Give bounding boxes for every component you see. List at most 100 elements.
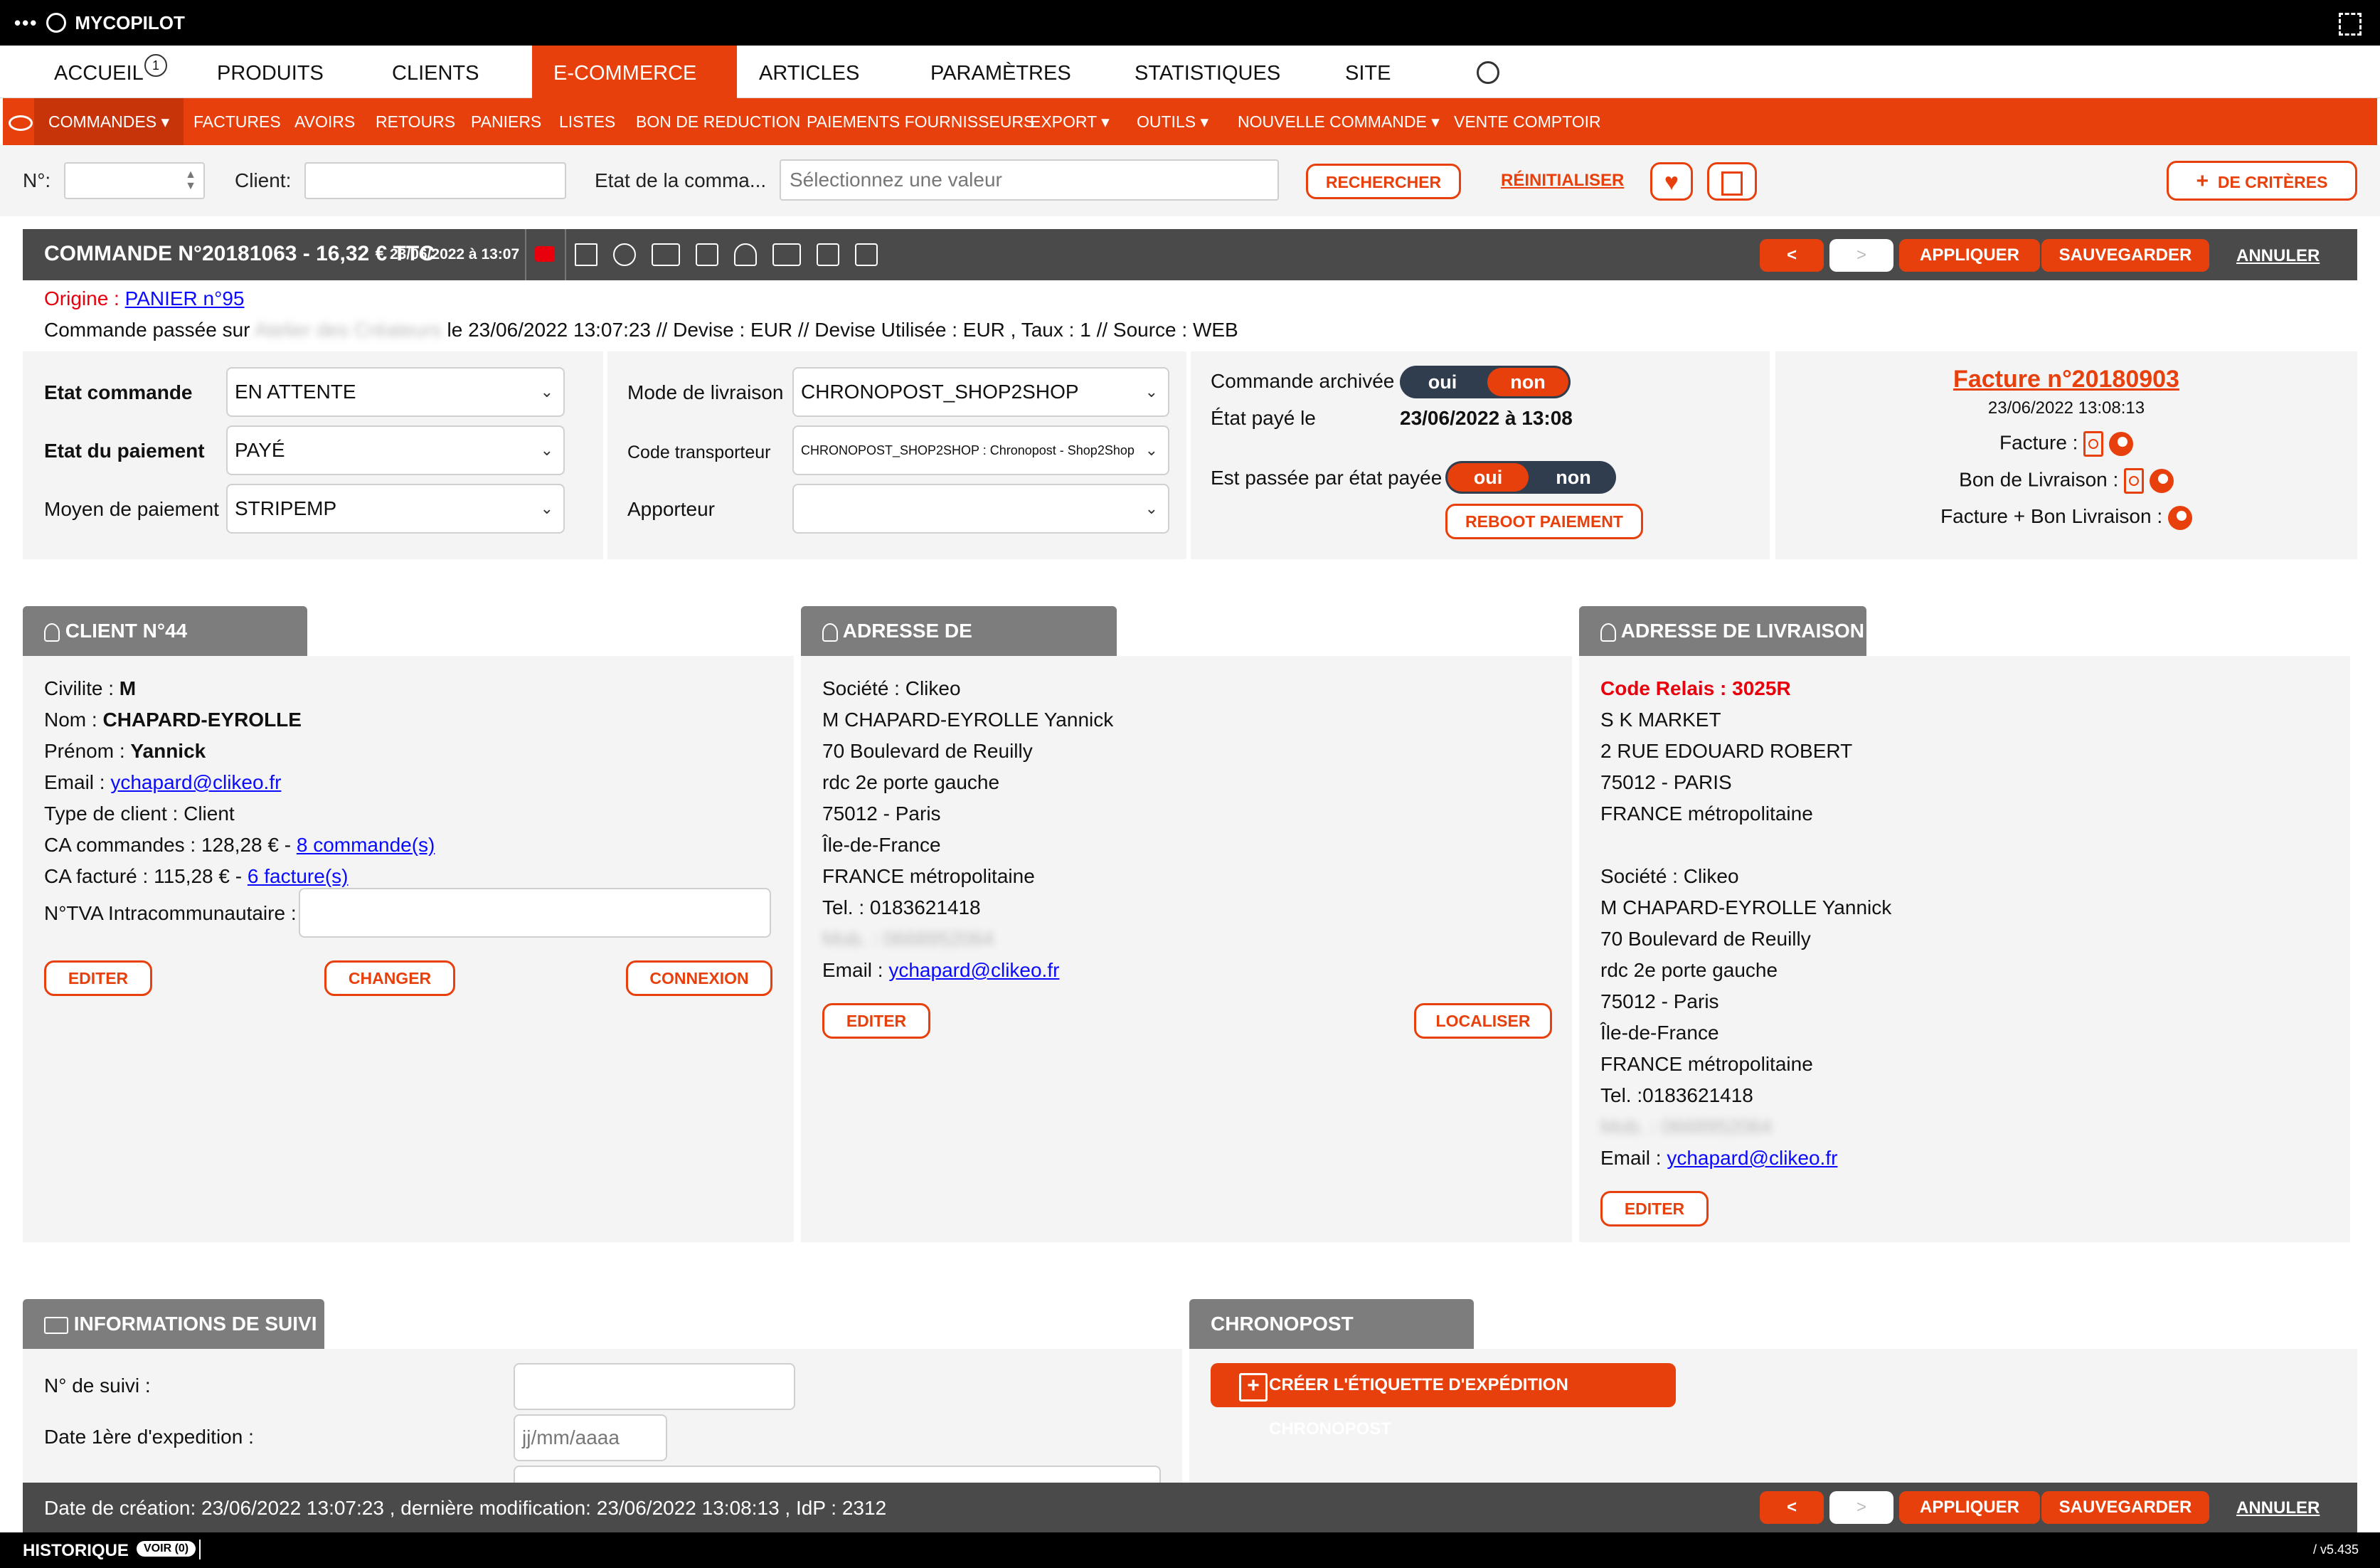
email-link[interactable]: ychapard@clikeo.fr [110, 771, 281, 793]
subnav-vente-comptoir[interactable]: VENTE COMPTOIR [1454, 98, 1601, 145]
truck-icon[interactable] [652, 243, 680, 266]
preview-icon[interactable] [2109, 432, 2134, 456]
client-changer-button[interactable]: CHANGER [324, 960, 455, 996]
next-order-button[interactable]: > [1829, 1491, 1893, 1524]
suivi-header-label: INFORMATIONS DE SUIVI [73, 1313, 317, 1335]
nav-articles[interactable]: ARTICLES [759, 46, 859, 98]
annuler-link[interactable]: ANNULER [2236, 246, 2320, 266]
fullscreen-icon[interactable] [2339, 13, 2362, 36]
archivee-oui[interactable]: oui [1402, 368, 1483, 396]
suivi-panel: N° de suivi : Date 1ère d'expedition : j… [23, 1349, 1182, 1487]
annuler-link[interactable]: ANNULER [2236, 1498, 2320, 1518]
subnav-avoirs[interactable]: AVOIRS [294, 98, 355, 145]
prev-order-button[interactable]: < [1760, 1491, 1824, 1524]
etat-select[interactable]: Sélectionnez une valeur [780, 159, 1279, 201]
rechercher-button[interactable]: RECHERCHER [1306, 164, 1461, 199]
facturation-editer-button[interactable]: EDITER [822, 1003, 930, 1039]
mode-livraison-select[interactable]: CHRONOPOST_SHOP2SHOP ⌄ [792, 367, 1169, 417]
passee-non[interactable]: non [1533, 463, 1614, 492]
nav-clients[interactable]: CLIENTS [392, 46, 479, 98]
tva-input[interactable] [299, 888, 771, 938]
num-suivi-input[interactable] [514, 1363, 795, 1410]
archivee-toggle[interactable]: oui non [1400, 366, 1571, 398]
subnav-paniers[interactable]: PANIERS [471, 98, 541, 145]
money-icon[interactable] [772, 243, 801, 266]
order-header-bar: COMMANDE N°20181063 - 16,32 € TTC 23/06/… [23, 229, 2357, 280]
commandes-link[interactable]: 8 commande(s) [297, 834, 435, 856]
subnav-outils[interactable]: OUTILS ▾ [1137, 98, 1208, 145]
appliquer-button[interactable]: APPLIQUER [1899, 1491, 2040, 1524]
livraison-panel: Mode de livraison CHRONOPOST_SHOP2SHOP ⌄ … [607, 351, 1186, 559]
print-icon[interactable] [855, 243, 878, 266]
note-icon[interactable] [817, 243, 839, 266]
chevron-down-icon: ⌄ [1144, 383, 1158, 401]
client-connexion-button[interactable]: CONNEXION [626, 960, 772, 996]
reinitialiser-link[interactable]: RÉINITIALISER [1501, 171, 1624, 191]
date-expedition-input[interactable]: jj/mm/aaaa [514, 1414, 667, 1461]
livraison-panel: Code Relais : 3025R S K MARKET 2 RUE EDO… [1579, 656, 2350, 1242]
preview-icon[interactable] [2167, 505, 2192, 530]
client-label: Client: [235, 169, 292, 191]
nav-accueil[interactable]: ACCUEIL [54, 46, 144, 98]
favorite-heart-icon[interactable]: ♥ [1650, 162, 1693, 201]
etat-commande-select[interactable]: EN ATTENTE ⌄ [226, 367, 565, 417]
language-globe-icon[interactable] [1477, 61, 1499, 84]
notification-badge: 1 [144, 54, 167, 77]
subnav-factures[interactable]: FACTURES [193, 98, 281, 145]
stepper-icon[interactable]: ▲ ▼ [185, 169, 196, 192]
prev-order-button[interactable]: < [1760, 239, 1824, 272]
eye-icon[interactable] [9, 115, 33, 131]
nav-statistiques[interactable]: STATISTIQUES [1135, 46, 1280, 98]
client-input[interactable] [304, 162, 566, 199]
pdf-icon[interactable] [2124, 468, 2145, 494]
subnav-export[interactable]: EXPORT ▾ [1030, 98, 1110, 145]
flag-icon[interactable] [535, 246, 555, 262]
apporteur-select[interactable]: ⌄ [792, 484, 1169, 534]
cart-icon[interactable] [696, 243, 718, 266]
livraison-editer-button[interactable]: EDITER [1600, 1191, 1709, 1227]
more-icon[interactable]: ••• [14, 12, 38, 34]
parachute-icon[interactable] [734, 243, 757, 266]
client-editer-button[interactable]: EDITER [44, 960, 152, 996]
nav-produits[interactable]: PRODUITS [217, 46, 324, 98]
archivee-non[interactable]: non [1487, 368, 1568, 396]
passee-toggle[interactable]: oui non [1445, 461, 1616, 494]
passee-oui[interactable]: oui [1447, 463, 1529, 492]
num-input[interactable]: ▲ ▼ [64, 162, 205, 199]
subnav-retours[interactable]: RETOURS [376, 98, 455, 145]
etat-paiement-select[interactable]: PAYÉ ⌄ [226, 425, 565, 475]
subnav-listes[interactable]: LISTES [559, 98, 615, 145]
create-label-button[interactable]: + CRÉER L'ÉTIQUETTE D'EXPÉDITION CHRONOP… [1211, 1363, 1676, 1439]
subnav-commandes[interactable]: COMMANDES ▾ [34, 98, 184, 145]
nav-parametres[interactable]: PARAMÈTRES [930, 46, 1071, 98]
facture-link[interactable]: Facture n°20180903 [1775, 366, 2357, 393]
panier-link[interactable]: PANIER n°95 [125, 287, 245, 309]
localiser-button[interactable]: LOCALISER [1414, 1003, 1552, 1039]
bookmark-icon[interactable] [1707, 162, 1757, 201]
email-link[interactable]: ychapard@clikeo.fr [1667, 1147, 1837, 1169]
upload-icon[interactable] [575, 243, 597, 266]
more-criteria-button[interactable]: + DE CRITÈRES [2167, 161, 2357, 201]
sauvegarder-button[interactable]: SAUVEGARDER [2041, 1491, 2209, 1524]
address-line: Société : Clikeo [822, 677, 961, 699]
appliquer-button[interactable]: APPLIQUER [1899, 239, 2040, 272]
facture-panel: Facture n°20180903 23/06/2022 13:08:13 F… [1775, 351, 2357, 559]
nav-ecommerce[interactable]: E-COMMERCE [532, 46, 737, 98]
subnav-bon-reduction[interactable]: BON DE REDUCTION [636, 98, 800, 145]
pdf-icon[interactable] [2083, 431, 2104, 457]
sauvegarder-button[interactable]: SAUVEGARDER [2041, 239, 2209, 272]
chronopost-panel: + CRÉER L'ÉTIQUETTE D'EXPÉDITION CHRONOP… [1189, 1349, 2357, 1483]
reboot-paiement-button[interactable]: REBOOT PAIEMENT [1445, 504, 1643, 539]
subnav-nouvelle-commande[interactable]: NOUVELLE COMMANDE ▾ [1238, 98, 1440, 145]
archive-panel: Commande archivée oui non État payé le 2… [1191, 351, 1770, 559]
code-transporteur-select[interactable]: CHRONOPOST_SHOP2SHOP : Chronopost - Shop… [792, 425, 1169, 475]
moyen-paiement-select[interactable]: STRIPEMP ⌄ [226, 484, 565, 534]
factures-link[interactable]: 6 facture(s) [248, 865, 349, 887]
voir-button[interactable]: VOIR (0) [137, 1541, 196, 1557]
next-order-button[interactable]: > [1829, 239, 1893, 272]
subnav-paiements-fournisseurs[interactable]: PAIEMENTS FOURNISSEURS [807, 98, 1034, 145]
user-icon[interactable] [613, 243, 636, 266]
email-link[interactable]: ychapard@clikeo.fr [888, 959, 1059, 981]
nav-site[interactable]: SITE [1345, 46, 1391, 98]
preview-icon[interactable] [2149, 469, 2174, 493]
